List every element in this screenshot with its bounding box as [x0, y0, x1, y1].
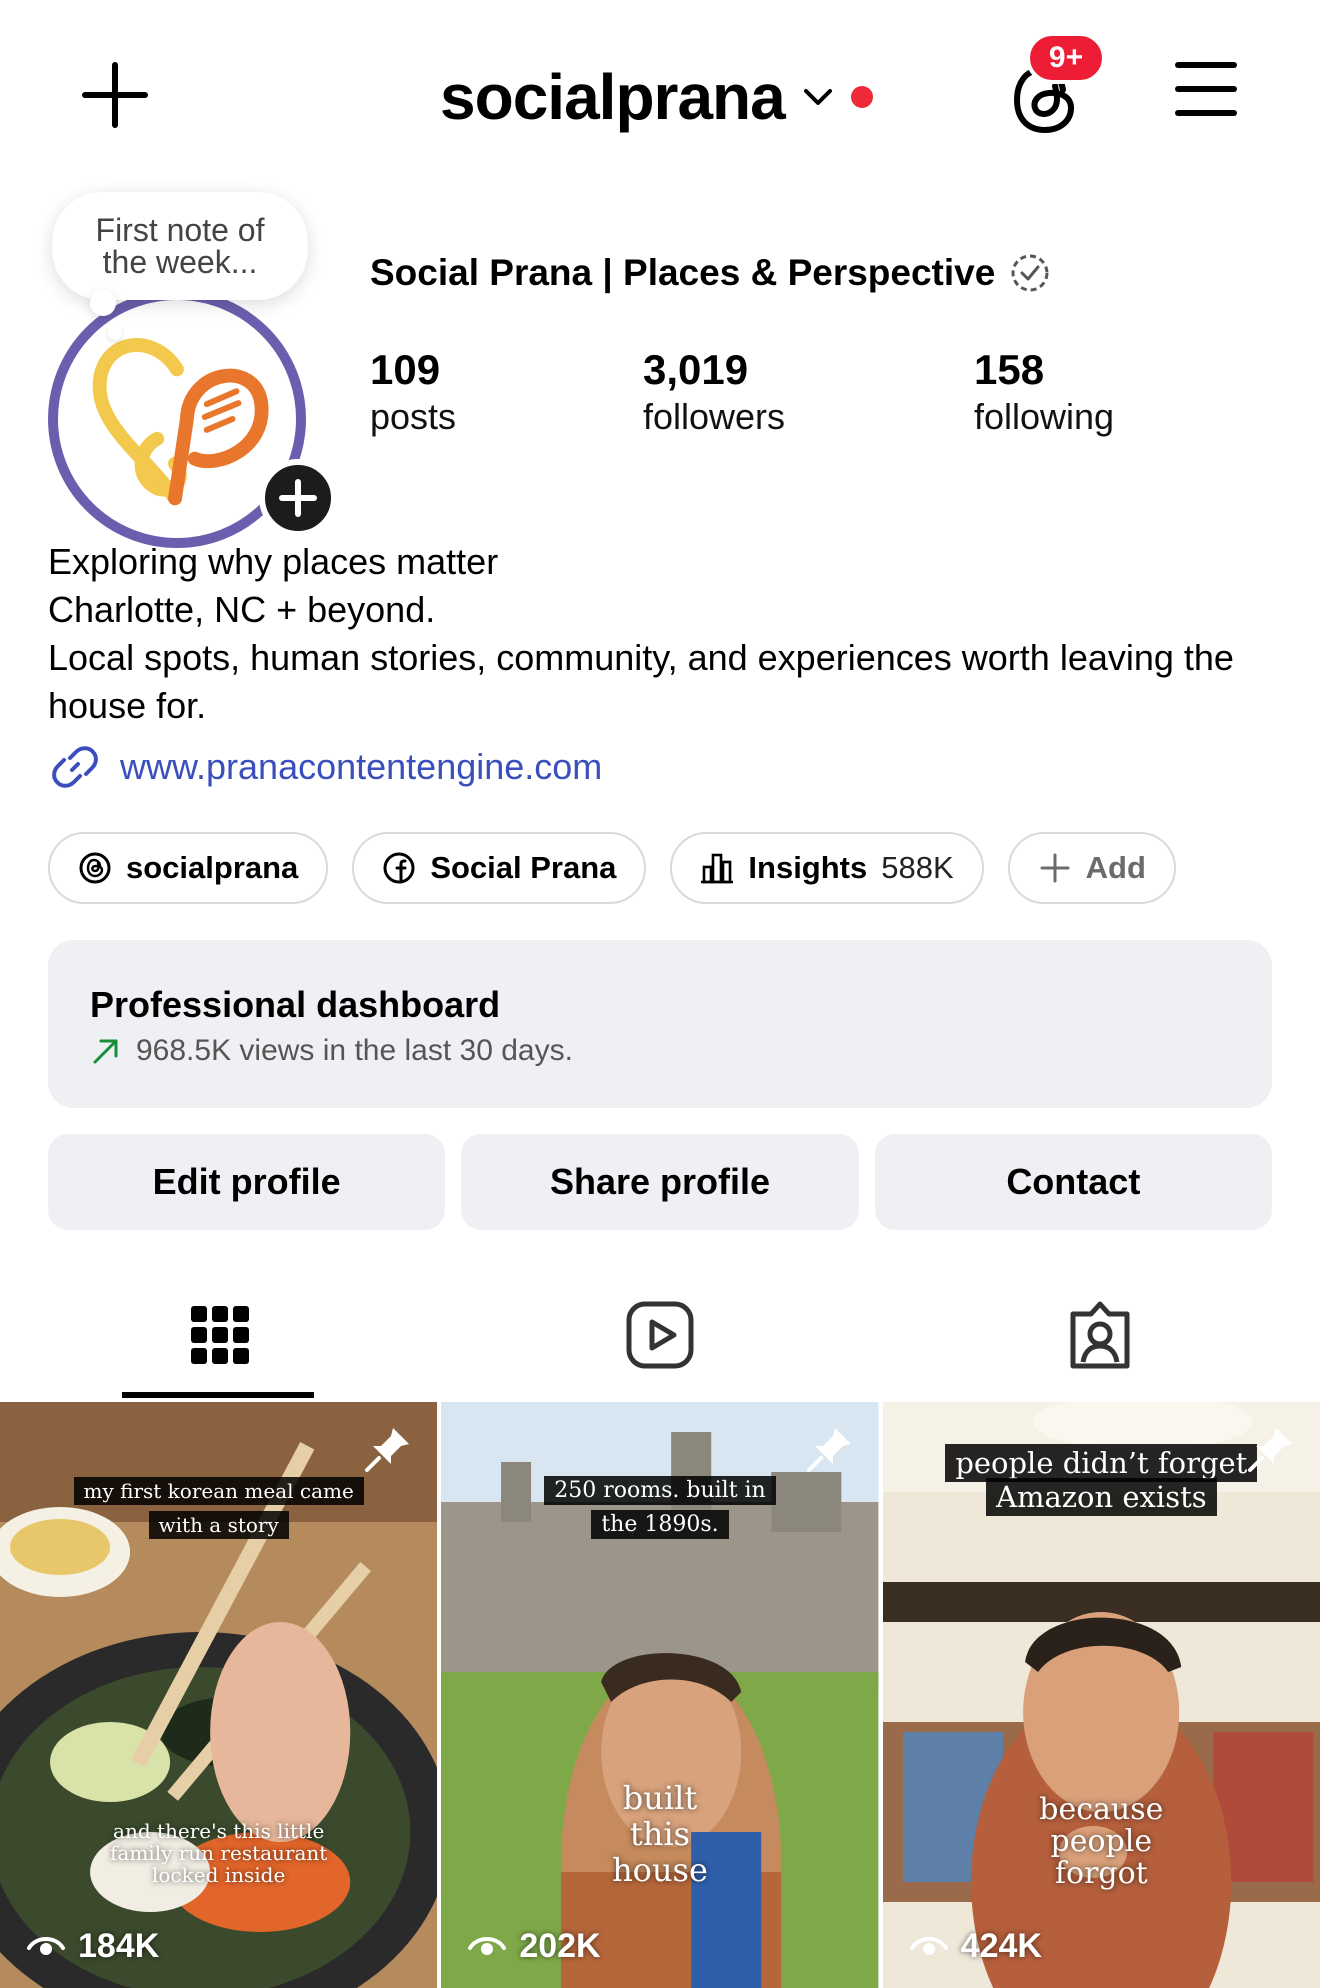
caption-line: Amazon exists — [986, 1478, 1217, 1516]
view-count: 184K — [26, 1926, 159, 1966]
posts-label: posts — [370, 396, 457, 437]
view-count-text: 184K — [78, 1926, 160, 1965]
caption-line: the 1890s. — [591, 1510, 729, 1539]
insights-chip[interactable]: Insights 588K — [670, 832, 984, 904]
post-thumbnail[interactable]: my first korean meal came with a story a… — [0, 1402, 438, 1988]
notification-badge[interactable]: 9+ — [1026, 32, 1106, 84]
insights-chip-value: 588K — [881, 850, 954, 885]
account-switcher[interactable]: socialprana — [440, 52, 873, 142]
dashboard-title: Professional dashboard — [90, 984, 501, 1025]
post-top-caption: 250 rooms. built in the 1890s. — [441, 1474, 878, 1542]
view-count: 202K — [467, 1926, 601, 1966]
caption-line: because — [1039, 1792, 1164, 1827]
professional-dashboard[interactable]: Professional dashboard 968.5K views in t… — [48, 940, 1272, 1108]
edit-profile-button[interactable]: Edit profile — [48, 1134, 446, 1230]
view-count-text: 424K — [960, 1926, 1042, 1965]
facebook-icon — [383, 852, 415, 884]
eye-icon — [909, 1937, 948, 1955]
pin-icon — [806, 1428, 851, 1472]
bio-line: Exploring why places matter — [48, 541, 499, 582]
caption-line: this — [629, 1815, 691, 1853]
caption-line: 250 rooms. built in — [544, 1476, 776, 1505]
posts-stat[interactable]: 109 posts — [370, 345, 456, 439]
plus-icon — [1040, 853, 1070, 883]
grid-icon — [191, 1306, 249, 1364]
caption-line: with a story — [148, 1511, 289, 1539]
profile-chips: socialprana Social Prana Insights 588K A… — [48, 832, 1176, 904]
caption-line: people — [1050, 1824, 1153, 1859]
dashboard-subtitle: 968.5K views in the last 30 days. — [90, 1034, 573, 1068]
post-thumbnail[interactable]: people didn’t forget Amazon exists becau… — [882, 1402, 1320, 1988]
note-tail — [90, 290, 116, 316]
posts-grid: my first korean meal came with a story a… — [0, 1402, 1320, 1988]
view-count-text: 202K — [519, 1926, 601, 1965]
bio-line: Charlotte, NC + beyond. — [48, 589, 436, 630]
contact-button[interactable]: Contact — [874, 1134, 1272, 1230]
website-link[interactable]: www.pranacontentengine.com — [48, 740, 602, 794]
threads-chip-label: socialprana — [126, 850, 299, 885]
link-icon — [52, 746, 98, 788]
threads-icon — [79, 852, 111, 884]
top-bar: socialprana 9+ — [0, 0, 1320, 190]
posts-count: 109 — [370, 346, 441, 393]
facebook-chip[interactable]: Social Prana — [352, 832, 647, 904]
caption-line: and there's this little — [113, 1819, 325, 1843]
create-plus-icon[interactable] — [80, 60, 150, 130]
caption-line: family run restaurant — [110, 1841, 328, 1865]
reels-icon — [626, 1301, 694, 1369]
note-bubble[interactable]: First note of the week... — [52, 192, 308, 300]
display-name-text: Social Prana | Places & Perspective — [370, 252, 996, 293]
followers-count: 3,019 — [643, 346, 749, 393]
insights-chip-label: Insights — [748, 850, 868, 885]
bio: Exploring why places matter Charlotte, N… — [48, 538, 1288, 730]
caption-line: my first korean meal came — [73, 1477, 364, 1505]
eye-icon — [468, 1937, 507, 1955]
bar-chart-icon — [701, 853, 734, 884]
tab-tagged[interactable] — [880, 1270, 1320, 1400]
tab-reels[interactable] — [440, 1270, 880, 1400]
tab-grid[interactable] — [0, 1270, 440, 1400]
post-bottom-caption: because people forgot — [883, 1794, 1320, 1890]
bio-line: Local spots, human stories, community, a… — [48, 637, 1234, 726]
username-title[interactable]: socialprana — [440, 60, 786, 134]
post-bottom-caption: built this house — [441, 1780, 878, 1888]
threads-chip[interactable]: socialprana — [48, 832, 329, 904]
content-tabs — [0, 1270, 1320, 1400]
post-top-caption: my first korean meal came with a story — [0, 1474, 437, 1542]
share-profile-button[interactable]: Share profile — [461, 1134, 859, 1230]
caption-line: locked inside — [151, 1863, 286, 1887]
add-chip[interactable]: Add — [1007, 832, 1176, 904]
eye-icon — [27, 1937, 65, 1955]
following-label: following — [974, 396, 1115, 437]
facebook-chip-label: Social Prana — [430, 850, 617, 885]
chevron-down-icon[interactable] — [801, 80, 835, 114]
following-stat[interactable]: 158 following — [974, 345, 1114, 439]
pin-icon — [1247, 1428, 1292, 1472]
caption-line: people didn’t forget — [945, 1444, 1258, 1482]
dashboard-subtitle-text: 968.5K views in the last 30 days. — [136, 1034, 573, 1067]
view-count: 424K — [909, 1926, 1042, 1966]
followers-label: followers — [643, 396, 786, 437]
unread-dot — [850, 86, 873, 108]
pin-icon — [365, 1428, 410, 1472]
post-bottom-caption: and there's this little family run resta… — [0, 1820, 437, 1886]
active-tab-indicator — [122, 1392, 314, 1398]
note-text-line-2: the week... — [102, 244, 258, 280]
trend-up-arrow-icon — [93, 1039, 118, 1064]
profile-actions: Edit profile Share profile Contact — [48, 1134, 1272, 1230]
caption-line: forgot — [1054, 1856, 1148, 1891]
note-text-line-1: First note of — [95, 212, 265, 248]
caption-line: built — [622, 1779, 698, 1817]
followers-stat[interactable]: 3,019 followers — [643, 345, 785, 439]
add-chip-label: Add — [1085, 850, 1146, 885]
following-count: 158 — [974, 346, 1045, 393]
website-link-text[interactable]: www.pranacontentengine.com — [120, 746, 602, 788]
post-thumbnail[interactable]: 250 rooms. built in the 1890s. built thi… — [441, 1402, 879, 1988]
verified-check-icon — [1011, 254, 1049, 292]
tagged-icon — [1070, 1301, 1130, 1369]
menu-icon[interactable] — [1175, 62, 1237, 116]
note-tail-small — [108, 326, 122, 340]
display-name: Social Prana | Places & Perspective — [370, 252, 1051, 294]
caption-line: house — [612, 1851, 708, 1889]
